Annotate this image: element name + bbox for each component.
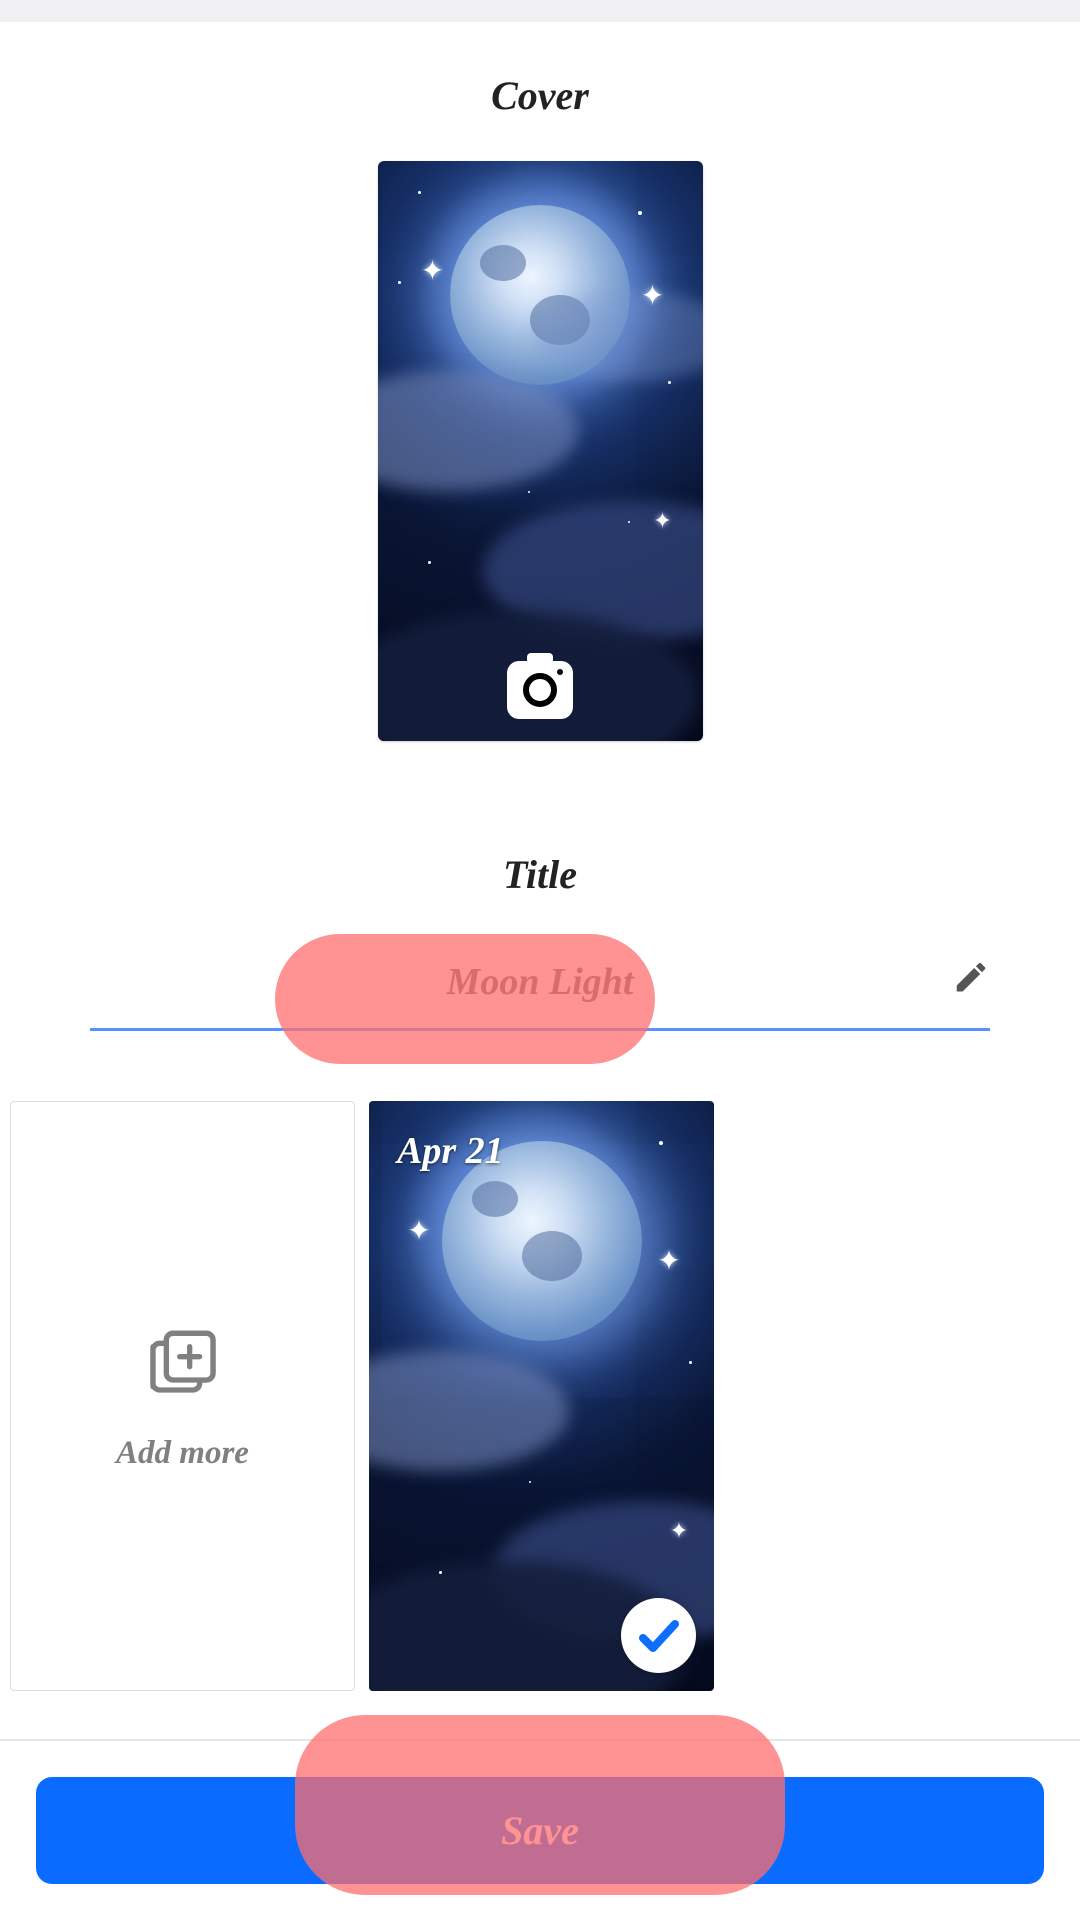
cover-container: ✦ ✦ ✦ xyxy=(0,161,1080,741)
star-graphic xyxy=(628,521,630,523)
star-graphic: ✦ xyxy=(421,254,444,288)
star-graphic xyxy=(668,381,671,384)
camera-icon[interactable] xyxy=(507,661,573,719)
star-graphic xyxy=(659,1141,663,1145)
save-button[interactable]: Save xyxy=(36,1777,1044,1884)
star-graphic: ✦ xyxy=(653,508,671,534)
title-input[interactable]: Moon Light xyxy=(90,940,990,1031)
star-graphic: ✦ xyxy=(670,1518,688,1544)
star-graphic: ✦ xyxy=(407,1214,430,1248)
cloud-graphic xyxy=(369,1351,569,1471)
gallery-item[interactable]: ✦ ✦ ✦ Apr 21 xyxy=(369,1101,714,1691)
selected-check-icon[interactable] xyxy=(621,1598,696,1673)
title-row: Moon Light xyxy=(90,940,990,1031)
status-bar xyxy=(0,0,1080,22)
add-stack-icon xyxy=(143,1320,223,1405)
add-more-card[interactable]: Add more xyxy=(10,1101,355,1691)
cover-image[interactable]: ✦ ✦ ✦ xyxy=(378,161,703,741)
title-section-label: Title xyxy=(0,851,1080,898)
add-more-label: Add more xyxy=(116,1435,249,1472)
cloud-graphic xyxy=(378,371,578,491)
star-graphic xyxy=(638,211,642,215)
star-graphic xyxy=(439,1571,442,1574)
pencil-icon[interactable] xyxy=(952,958,990,1001)
star-graphic xyxy=(529,1481,531,1483)
footer-bar: Save xyxy=(0,1739,1080,1920)
title-value: Moon Light xyxy=(447,940,634,1010)
main-content: Cover ✦ ✦ ✦ Title Moon Light xyxy=(0,22,1080,1691)
star-graphic xyxy=(689,1361,692,1364)
star-graphic xyxy=(398,281,401,284)
star-graphic xyxy=(418,191,421,194)
star-graphic: ✦ xyxy=(641,279,664,313)
gallery-row: Add more ✦ ✦ ✦ Apr 21 xyxy=(0,1101,1080,1691)
cover-section-label: Cover xyxy=(0,72,1080,119)
star-graphic xyxy=(428,561,431,564)
star-graphic: ✦ xyxy=(657,1244,680,1278)
star-graphic xyxy=(528,491,530,493)
gallery-item-date: Apr 21 xyxy=(397,1129,504,1173)
